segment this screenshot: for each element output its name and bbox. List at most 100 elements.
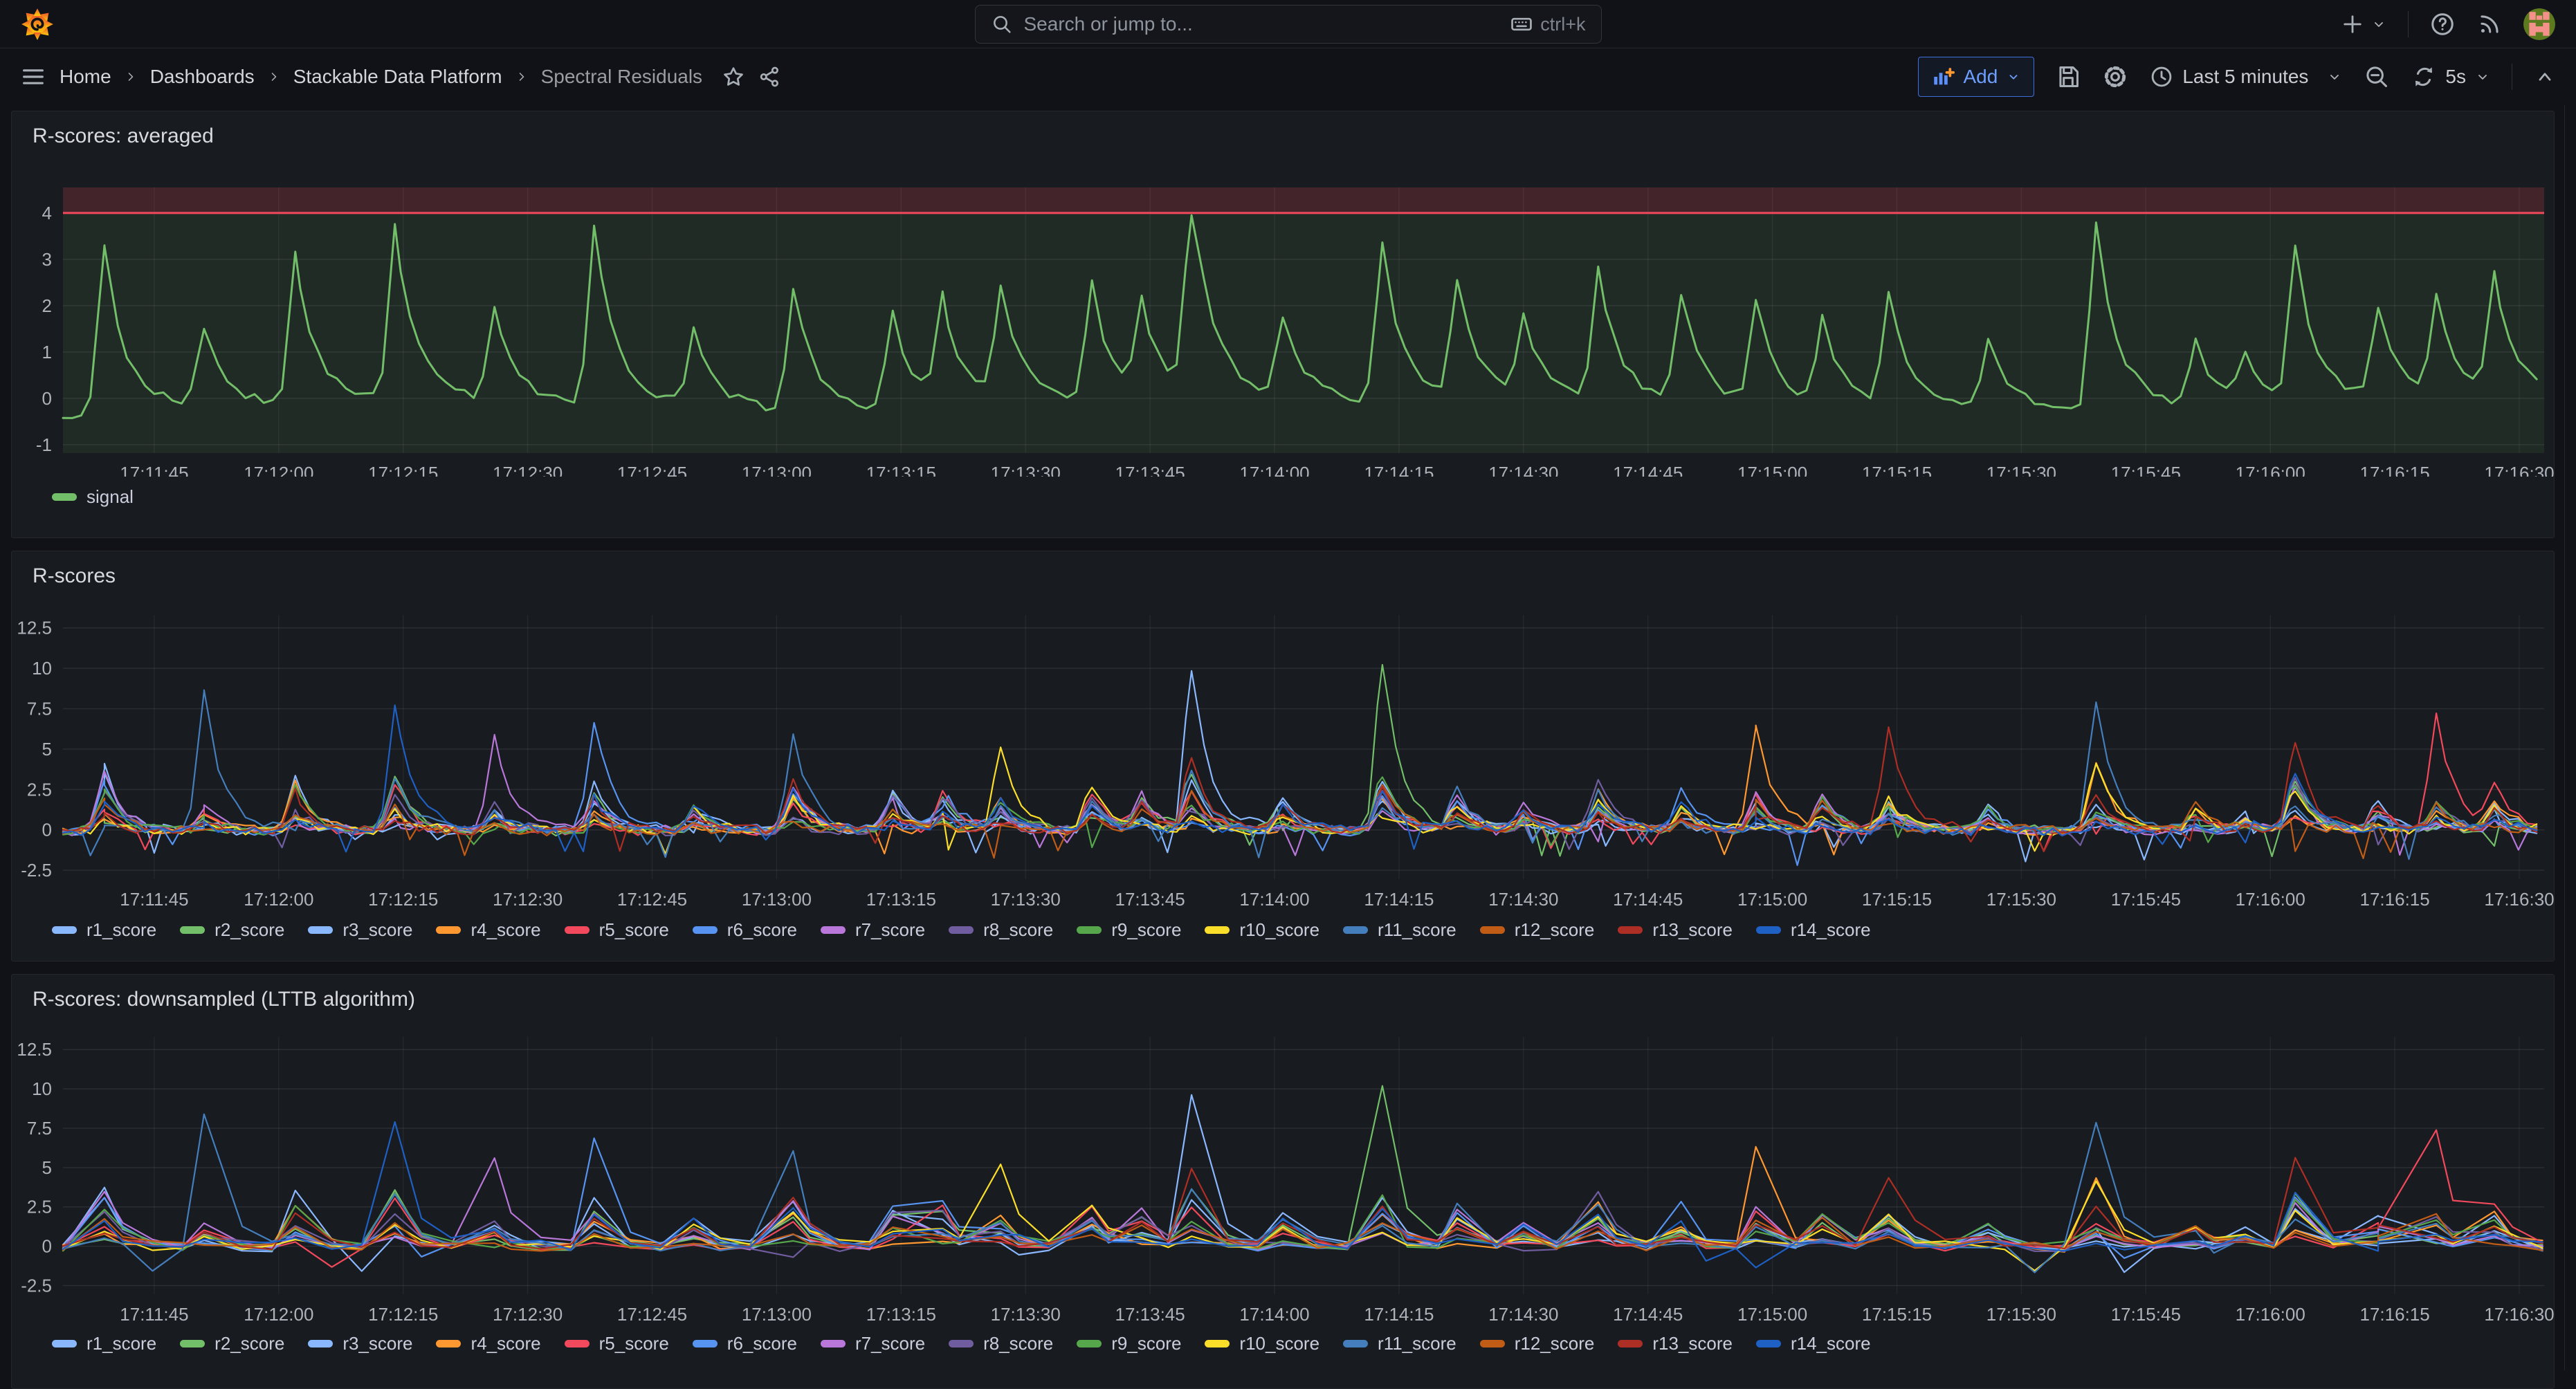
refresh-icon	[2411, 64, 2437, 90]
legend-item[interactable]: r3_score	[308, 1333, 412, 1354]
legend-swatch	[1343, 926, 1368, 934]
svg-text:17:13:45: 17:13:45	[1115, 1304, 1185, 1323]
legend-label: r4_score	[471, 919, 540, 941]
legend-item[interactable]: r9_score	[1077, 919, 1181, 941]
panel-header[interactable]: R-scores: averaged	[12, 111, 2554, 151]
legend-swatch	[1205, 1340, 1230, 1347]
legend-item[interactable]: r1_score	[52, 1333, 156, 1354]
svg-text:0: 0	[42, 388, 52, 409]
legend-swatch	[1480, 1340, 1505, 1347]
svg-text:17:16:30: 17:16:30	[2484, 889, 2554, 910]
chevron-right-icon	[124, 70, 138, 84]
legend-item[interactable]: r2_score	[180, 919, 284, 941]
svg-text:17:15:45: 17:15:45	[2111, 1304, 2181, 1323]
legend-label: r12_score	[1515, 919, 1595, 941]
legend-item[interactable]: r1_score	[52, 919, 156, 941]
legend-label: signal	[86, 486, 134, 508]
legend-swatch	[1618, 926, 1643, 934]
news-button[interactable]	[2476, 11, 2503, 37]
help-icon	[2429, 11, 2456, 37]
search-placeholder: Search or jump to...	[1024, 13, 1193, 35]
timeseries-chart[interactable]: 12.5107.552.50-2.517:11:4517:12:0017:12:…	[12, 1015, 2554, 1323]
scrollbar-track[interactable]	[2564, 105, 2565, 1370]
svg-text:17:15:45: 17:15:45	[2111, 463, 2181, 477]
legend-item[interactable]: r13_score	[1618, 1333, 1733, 1354]
svg-text:17:14:00: 17:14:00	[1239, 1304, 1309, 1323]
legend-label: r9_score	[1111, 919, 1181, 941]
chevron-down-icon	[2371, 16, 2387, 33]
dashboard-settings-button[interactable]	[2102, 64, 2128, 90]
svg-text:5: 5	[42, 1157, 52, 1178]
svg-text:17:12:00: 17:12:00	[244, 889, 313, 910]
panel-header[interactable]: R-scores: downsampled (LTTB algorithm)	[12, 975, 2554, 1015]
legend-item[interactable]: r6_score	[693, 919, 797, 941]
keyboard-icon	[1510, 12, 1533, 36]
legend-item[interactable]: signal	[52, 486, 134, 508]
legend-item[interactable]: r4_score	[436, 1333, 540, 1354]
svg-text:17:13:30: 17:13:30	[991, 463, 1061, 477]
new-dropdown-button[interactable]	[2340, 12, 2387, 37]
svg-text:17:16:30: 17:16:30	[2484, 1304, 2554, 1323]
breadcrumb-dashboards[interactable]: Dashboards	[150, 66, 255, 88]
breadcrumb-home[interactable]: Home	[60, 66, 111, 88]
panel-header[interactable]: R-scores	[12, 551, 2554, 591]
search-input[interactable]: Search or jump to... ctrl+k	[975, 5, 1602, 44]
svg-text:17:15:30: 17:15:30	[1986, 463, 2056, 477]
legend-item[interactable]: r6_score	[693, 1333, 797, 1354]
svg-text:-1: -1	[36, 434, 52, 455]
legend-swatch	[1756, 1340, 1781, 1347]
legend-swatch	[436, 1340, 461, 1347]
svg-text:10: 10	[32, 658, 52, 679]
legend-item[interactable]: r8_score	[949, 1333, 1053, 1354]
legend-item[interactable]: r10_score	[1205, 919, 1319, 941]
legend-item[interactable]: r13_score	[1618, 919, 1733, 941]
top-nav: Search or jump to... ctrl+k	[0, 0, 2576, 48]
grafana-logo[interactable]	[21, 8, 54, 41]
legend-swatch	[308, 1340, 333, 1347]
kiosk-mode-button[interactable]	[2533, 65, 2557, 89]
svg-text:17:13:30: 17:13:30	[991, 889, 1061, 910]
refresh-button[interactable]: 5s	[2411, 64, 2491, 90]
user-avatar[interactable]	[2523, 8, 2555, 40]
legend-item[interactable]: r5_score	[565, 1333, 669, 1354]
legend-item[interactable]: r14_score	[1756, 1333, 1871, 1354]
timeseries-chart[interactable]: 12.5107.552.50-2.517:11:4517:12:0017:12:…	[12, 591, 2554, 910]
share-icon[interactable]	[758, 65, 781, 89]
legend-item[interactable]: r3_score	[308, 919, 412, 941]
chevron-right-icon	[267, 70, 281, 84]
legend-item[interactable]: r14_score	[1756, 919, 1871, 941]
svg-text:17:13:45: 17:13:45	[1115, 889, 1185, 910]
time-range-picker[interactable]: Last 5 minutes	[2149, 64, 2343, 89]
legend-swatch	[949, 926, 974, 934]
timeseries-chart[interactable]: 43210-117:11:4517:12:0017:12:1517:12:301…	[12, 151, 2554, 477]
legend-swatch	[1480, 926, 1505, 934]
legend-label: r3_score	[342, 1333, 412, 1354]
legend-label: r10_score	[1239, 919, 1319, 941]
legend-item[interactable]: r8_score	[949, 919, 1053, 941]
legend-item[interactable]: r11_score	[1343, 1333, 1456, 1354]
menu-icon[interactable]	[19, 63, 47, 91]
svg-text:2.5: 2.5	[27, 1197, 52, 1217]
legend-item[interactable]: r7_score	[821, 1333, 925, 1354]
legend-item[interactable]: r12_score	[1480, 919, 1595, 941]
legend-item[interactable]: r9_score	[1077, 1333, 1181, 1354]
legend-item[interactable]: r11_score	[1343, 919, 1456, 941]
zoom-out-button[interactable]	[2364, 64, 2390, 90]
legend-swatch	[565, 926, 590, 934]
legend-item[interactable]: r10_score	[1205, 1333, 1319, 1354]
legend-item[interactable]: r7_score	[821, 919, 925, 941]
legend-label: r12_score	[1515, 1333, 1595, 1354]
svg-text:17:13:15: 17:13:15	[866, 463, 936, 477]
add-panel-button[interactable]: Add	[1918, 57, 2034, 97]
save-dashboard-button[interactable]	[2055, 64, 2081, 90]
legend-item[interactable]: r5_score	[565, 919, 669, 941]
help-button[interactable]	[2429, 11, 2456, 37]
legend-item[interactable]: r12_score	[1480, 1333, 1595, 1354]
legend-item[interactable]: r4_score	[436, 919, 540, 941]
svg-text:17:13:45: 17:13:45	[1115, 463, 1185, 477]
clock-icon	[2149, 64, 2174, 89]
legend-item[interactable]: r2_score	[180, 1333, 284, 1354]
breadcrumb-current: Spectral Residuals	[541, 66, 702, 88]
breadcrumb-folder[interactable]: Stackable Data Platform	[293, 66, 502, 88]
star-icon[interactable]	[722, 65, 745, 89]
